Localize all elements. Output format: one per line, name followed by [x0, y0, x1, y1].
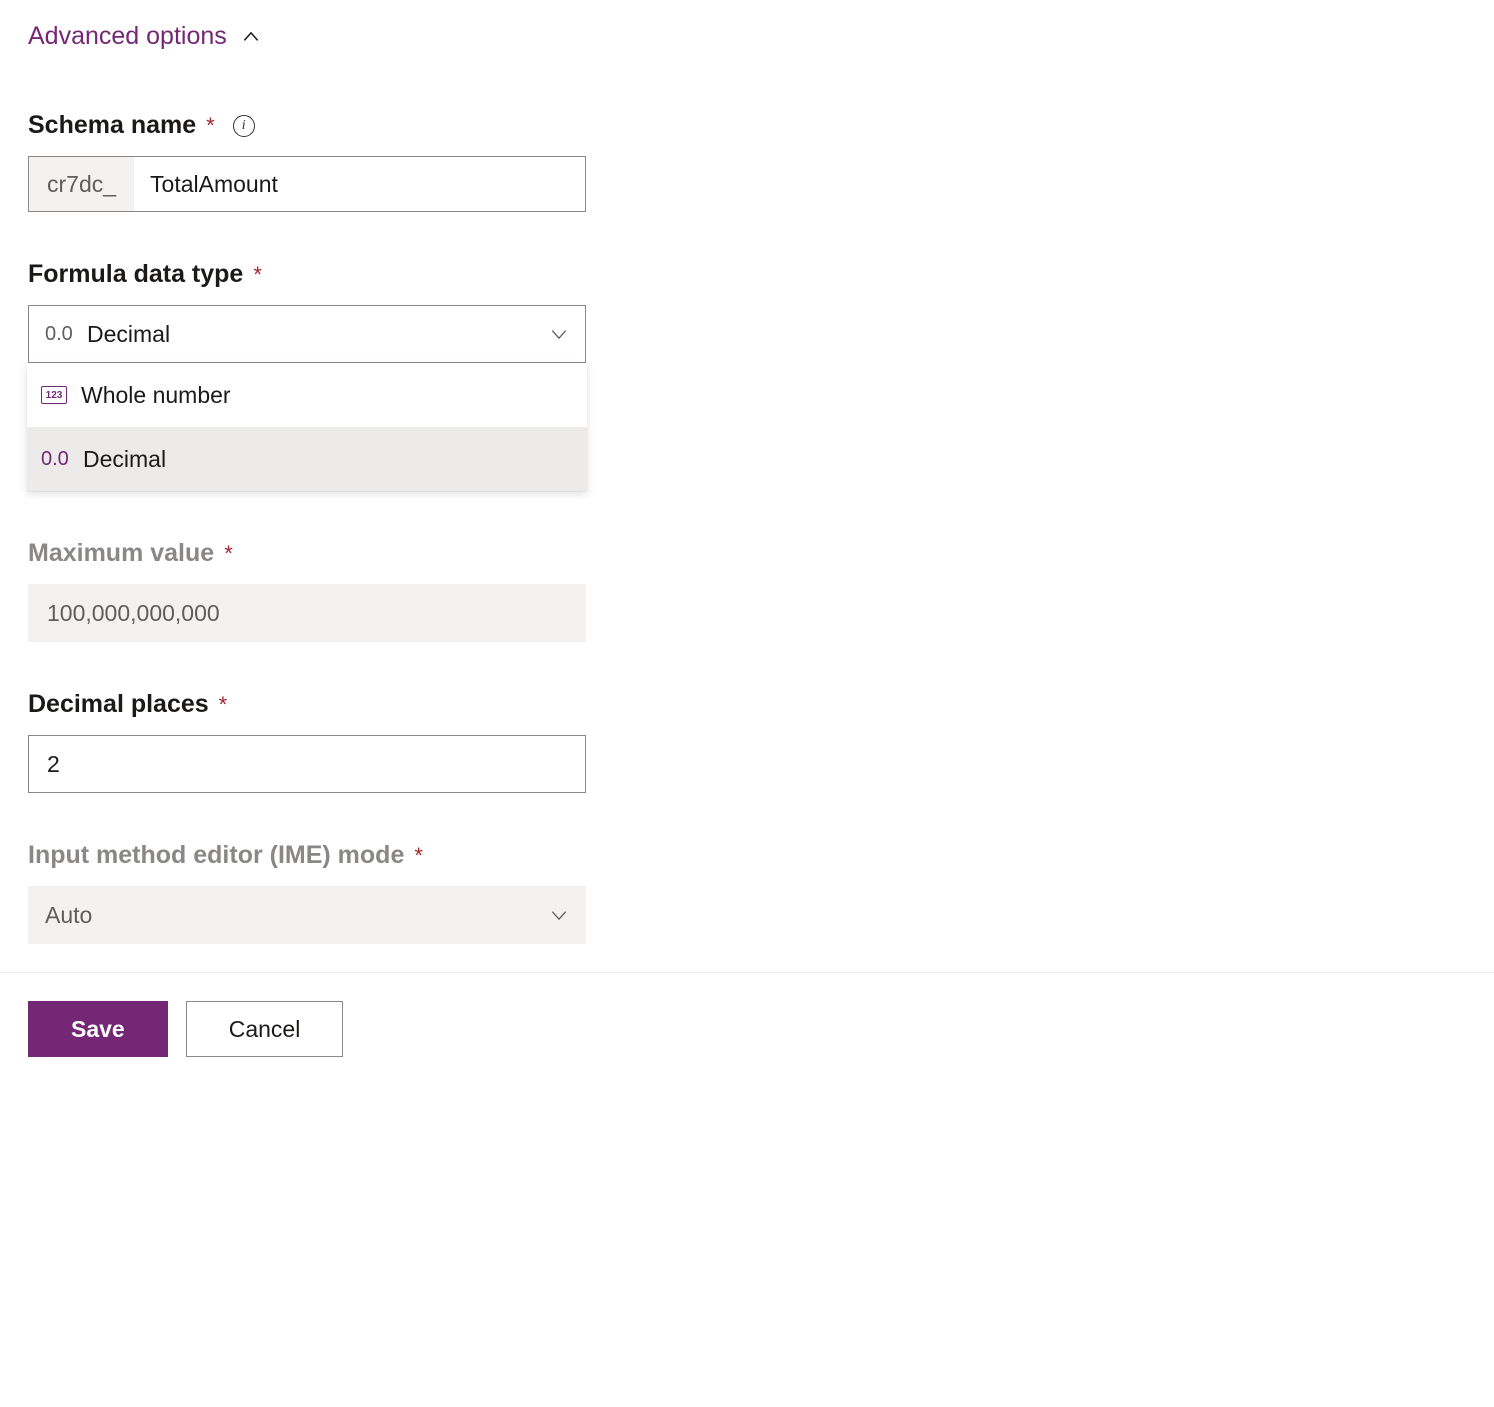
ime-mode-combo: Auto [28, 886, 586, 944]
option-decimal[interactable]: 0.0 Decimal [27, 427, 587, 491]
ime-mode-label: Input method editor (IME) mode [28, 841, 404, 870]
decimal-icon: 0.0 [45, 323, 73, 346]
formula-data-type-label: Formula data type [28, 260, 243, 289]
chevron-down-icon [549, 905, 569, 925]
decimal-places-label: Decimal places [28, 690, 209, 719]
save-button[interactable]: Save [28, 1001, 168, 1057]
ime-mode-value: Auto [45, 902, 92, 929]
cancel-button[interactable]: Cancel [186, 1001, 344, 1057]
option-whole-number-label: Whole number [81, 382, 231, 409]
required-star-icon: * [414, 843, 423, 869]
formula-data-type-combo[interactable]: 0.0 Decimal [28, 305, 586, 363]
schema-name-input[interactable] [134, 157, 585, 211]
formula-data-type-selected-value: Decimal [87, 321, 170, 348]
whole-number-icon: 123 [41, 386, 67, 404]
option-decimal-label: Decimal [83, 446, 166, 473]
schema-name-prefix: cr7dc_ [29, 157, 134, 211]
maximum-value-input [28, 584, 586, 642]
advanced-options-toggle[interactable]: Advanced options [28, 22, 1466, 51]
decimal-icon: 0.0 [41, 448, 69, 471]
required-star-icon: * [224, 541, 233, 567]
footer-bar: Save Cancel [0, 972, 1494, 1397]
info-icon[interactable]: i [233, 115, 255, 137]
required-star-icon: * [253, 262, 262, 288]
formula-data-type-dropdown: 123 Whole number 0.0 Decimal [27, 363, 587, 491]
schema-name-compound: cr7dc_ [28, 156, 586, 212]
advanced-options-label: Advanced options [28, 22, 227, 51]
required-star-icon: * [206, 113, 215, 139]
option-whole-number[interactable]: 123 Whole number [27, 363, 587, 427]
required-star-icon: * [219, 692, 228, 718]
schema-name-label: Schema name [28, 111, 196, 140]
maximum-value-label: Maximum value [28, 539, 214, 568]
chevron-up-icon [241, 27, 261, 47]
decimal-places-input[interactable] [28, 735, 586, 793]
chevron-down-icon [549, 324, 569, 344]
